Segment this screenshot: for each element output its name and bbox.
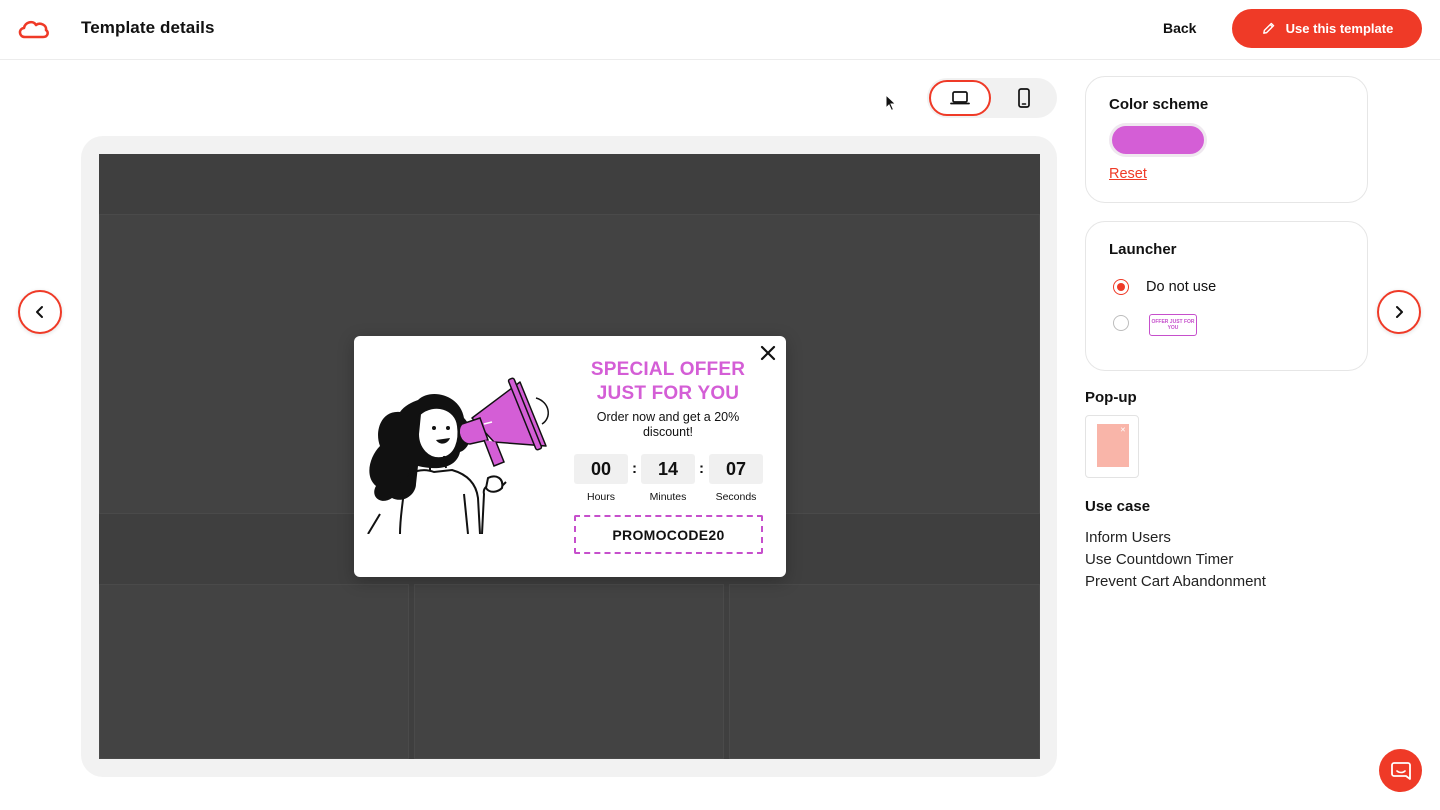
woman-megaphone-illustration <box>367 377 549 534</box>
use-case-item: Use Countdown Timer <box>1085 551 1234 568</box>
cloud-logo-icon[interactable] <box>16 17 50 41</box>
color-swatch[interactable] <box>1109 123 1207 157</box>
close-icon[interactable] <box>759 344 777 362</box>
close-icon: ✕ <box>1120 427 1126 434</box>
mouse-cursor-icon <box>885 94 897 112</box>
next-template-button[interactable] <box>1377 290 1421 334</box>
popup-section-title: Pop-up <box>1085 389 1137 406</box>
popup-subtext: Order now and get a 20% discount! <box>596 410 740 439</box>
chat-icon <box>1390 761 1411 780</box>
page-title: Template details <box>81 18 215 37</box>
timer-hours: 00 <box>574 454 628 484</box>
use-template-button[interactable]: Use this template <box>1232 9 1422 48</box>
mobile-view-button[interactable] <box>993 80 1055 116</box>
timer-seconds-label: Seconds <box>715 491 757 503</box>
color-scheme-card: Color scheme Reset <box>1085 76 1368 203</box>
popup-preview: SPECIAL OFFER JUST FOR YOU Order now and… <box>354 336 786 577</box>
launcher-radio-do-not-use[interactable] <box>1113 279 1129 295</box>
color-scheme-title: Color scheme <box>1109 96 1209 113</box>
launcher-radio-offer[interactable] <box>1113 315 1129 331</box>
use-template-label: Use this template <box>1285 21 1394 36</box>
timer-separator: : <box>632 460 637 477</box>
smartphone-icon <box>1018 88 1030 108</box>
chevron-right-icon <box>1396 306 1403 318</box>
timer-minutes-label: Minutes <box>649 491 687 503</box>
chevron-left-icon <box>36 306 43 318</box>
timer-seconds: 07 <box>709 454 763 484</box>
popup-headline: SPECIAL OFFER JUST FOR YOU <box>578 358 758 406</box>
use-case-item: Inform Users <box>1085 529 1171 546</box>
use-case-item: Prevent Cart Abandonment <box>1085 573 1266 590</box>
back-button[interactable]: Back <box>1163 20 1196 36</box>
launcher-title: Launcher <box>1109 241 1177 258</box>
previous-template-button[interactable] <box>18 290 62 334</box>
promo-code-box[interactable]: PROMOCODE20 <box>574 515 763 554</box>
background-placeholder <box>414 584 724 759</box>
background-placeholder <box>99 584 409 759</box>
top-header: Template details Back Use this template <box>0 0 1440 60</box>
reset-link[interactable]: Reset <box>1109 166 1147 182</box>
timer-separator: : <box>699 460 704 477</box>
timer-hours-label: Hours <box>586 491 615 503</box>
laptop-icon <box>950 91 970 105</box>
headline-line-2: JUST FOR YOU <box>596 383 740 404</box>
popup-thumbnail[interactable]: ✕ <box>1085 415 1139 478</box>
headline-line-1: SPECIAL OFFER <box>590 359 746 380</box>
use-case-title: Use case <box>1085 498 1151 515</box>
pencil-icon <box>1262 22 1274 34</box>
chat-button[interactable] <box>1379 749 1422 792</box>
launcher-offer-badge[interactable]: OFFER JUST FOR YOU <box>1149 314 1197 336</box>
timer-minutes: 14 <box>641 454 695 484</box>
launcher-option-label[interactable]: Do not use <box>1146 279 1216 295</box>
background-placeholder <box>729 584 1040 759</box>
desktop-view-button[interactable] <box>929 80 991 116</box>
launcher-card: Launcher Do not use OFFER JUST FOR YOU <box>1085 221 1368 371</box>
device-toggle <box>927 78 1057 118</box>
